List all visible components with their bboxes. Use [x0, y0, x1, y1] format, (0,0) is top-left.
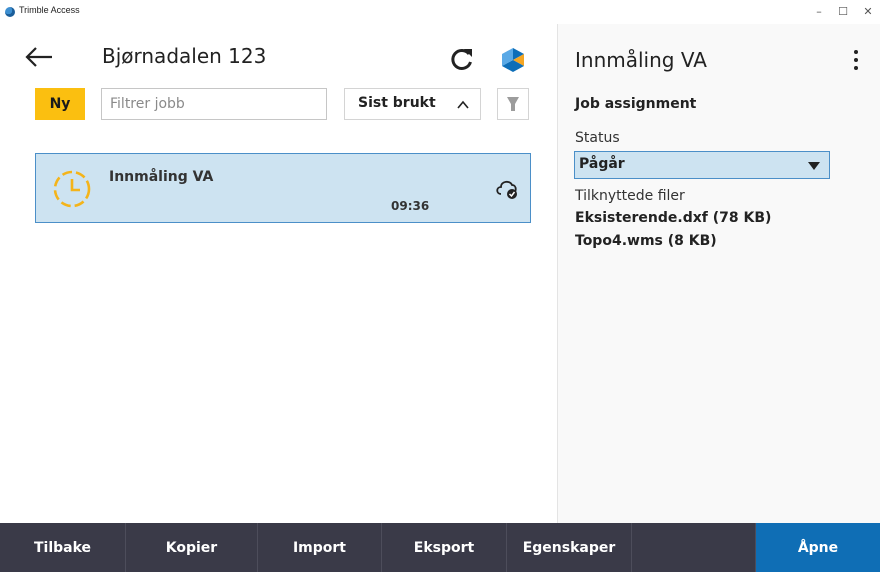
trimble-connect-icon[interactable]: [497, 44, 529, 76]
status-value: Pågår: [579, 156, 625, 172]
close-window-button[interactable]: ✕: [855, 3, 880, 21]
filter-job-input[interactable]: [101, 88, 327, 120]
job-details-pane: Innmåling VA Job assignment Status Pågår…: [558, 24, 880, 523]
job-list-item[interactable]: Innmåling VA 09:36: [35, 153, 531, 223]
job-name: Innmåling VA: [109, 169, 214, 185]
filter-funnel-icon[interactable]: [497, 88, 529, 120]
more-options-icon[interactable]: [846, 46, 866, 74]
section-title: Job assignment: [575, 96, 697, 112]
open-button[interactable]: Åpne: [756, 523, 880, 572]
status-select[interactable]: Pågår: [574, 151, 830, 179]
linked-file-item: Eksisterende.dxf (78 KB): [575, 210, 772, 226]
refresh-icon[interactable]: [447, 44, 477, 74]
sort-order-select[interactable]: Sist brukt: [344, 88, 481, 120]
chevron-up-icon: [457, 100, 469, 109]
job-list-pane: Bjørnadalen 123 Ny Sist brukt: [0, 24, 557, 523]
maximize-button[interactable]: ☐: [830, 3, 856, 21]
linked-files-label: Tilknyttede filer: [575, 188, 685, 204]
sort-order-label: Sist brukt: [358, 95, 436, 111]
trimble-logo-icon: [5, 7, 15, 17]
project-title: Bjørnadalen 123: [102, 44, 267, 68]
cloud-check-icon: [493, 174, 521, 202]
clock-icon: [51, 168, 93, 210]
import-button[interactable]: Import: [258, 523, 382, 572]
properties-button[interactable]: Egenskaper: [507, 523, 632, 572]
caret-down-icon: [808, 162, 820, 170]
window-title: Trimble Access: [19, 5, 80, 15]
export-button[interactable]: Eksport: [382, 523, 507, 572]
new-job-button[interactable]: Ny: [35, 88, 85, 120]
status-label: Status: [575, 130, 620, 146]
window-titlebar: Trimble Access – ☐ ✕: [0, 0, 880, 24]
kebab-dot: [854, 58, 858, 62]
bottom-toolbar: Tilbake Kopier Import Eksport Egenskaper…: [0, 523, 880, 572]
kebab-dot: [854, 50, 858, 54]
toolbar-empty-slot: [632, 523, 756, 572]
copy-button[interactable]: Kopier: [126, 523, 258, 572]
job-time: 09:36: [391, 199, 430, 213]
kebab-dot: [854, 66, 858, 70]
detail-title: Innmåling VA: [575, 48, 707, 72]
minimize-button[interactable]: –: [806, 3, 832, 21]
back-button[interactable]: Tilbake: [0, 523, 126, 572]
linked-file-item: Topo4.wms (8 KB): [575, 233, 717, 249]
back-arrow-icon[interactable]: [22, 42, 56, 72]
